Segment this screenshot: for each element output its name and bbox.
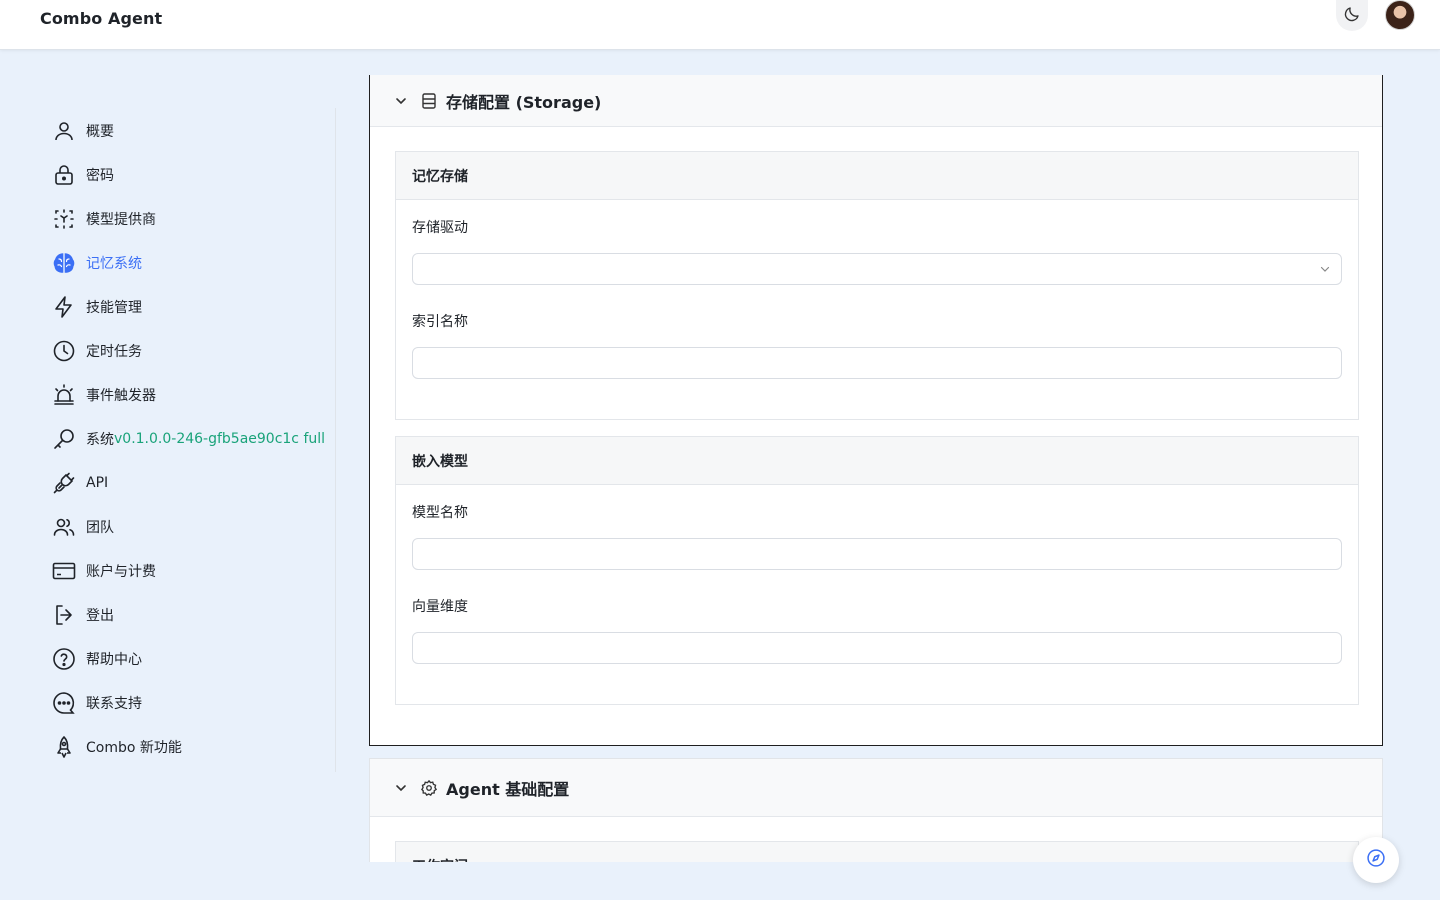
sidebar-item-label: 登出 [86, 608, 114, 624]
sidebar-item-model-provider[interactable]: 模型提供商 [52, 205, 156, 233]
sidebar-item-label: 定时任务 [86, 344, 142, 360]
rocket-icon [52, 735, 76, 759]
sidebar-item-memory[interactable]: 记忆系统 [52, 249, 142, 277]
sidebar-item-label: 帮助中心 [86, 652, 142, 668]
sidebar-item-label: 密码 [86, 168, 114, 184]
sidebar-item-overview[interactable]: 概要 [52, 117, 114, 145]
storage-driver-select[interactable] [412, 253, 1342, 285]
index-name-input[interactable] [412, 347, 1342, 379]
sidebar-item-label: 系统 [86, 432, 114, 448]
storage-driver-label: 存储驱动 [412, 220, 468, 236]
sidebar-item-help-center[interactable]: 帮助中心 [52, 645, 142, 673]
sidebar-item-label: 事件触发器 [86, 388, 156, 404]
help-icon [52, 647, 76, 671]
sidebar-item-contact-support[interactable]: 联系支持 [52, 689, 142, 717]
sidebar-item-label: 模型提供商 [86, 212, 156, 228]
storage-section: 存储配置 (Storage) 记忆存储 存储驱动 索引名称 嵌入模型 模型名称 [369, 75, 1383, 746]
model-name-input[interactable] [412, 538, 1342, 570]
siren-icon [52, 383, 76, 407]
sidebar-item-label: Combo 新功能 [86, 740, 182, 756]
user-icon [52, 119, 76, 143]
team-icon [52, 515, 76, 539]
top-bar: Combo Agent [0, 0, 1440, 50]
compass-fab-button[interactable] [1353, 837, 1399, 883]
vector-dimension-input[interactable] [412, 632, 1342, 664]
sidebar [0, 50, 336, 770]
lock-icon [52, 163, 76, 187]
agent-basic-section: Agent 基础配置 工作空间 [369, 758, 1383, 862]
gear-icon [420, 779, 438, 797]
main-content: 存储配置 (Storage) 记忆存储 存储驱动 索引名称 嵌入模型 模型名称 [369, 75, 1383, 862]
card-title: 嵌入模型 [396, 437, 1358, 485]
logout-icon [52, 603, 76, 627]
sidebar-item-scheduled-tasks[interactable]: 定时任务 [52, 337, 142, 365]
sidebar-item-label: 联系支持 [86, 696, 142, 712]
embedding-model-card: 嵌入模型 模型名称 向量维度 [395, 436, 1359, 705]
sidebar-item-billing[interactable]: 账户与计费 [52, 557, 156, 585]
workspace-card: 工作空间 [395, 841, 1359, 862]
chevron-down-icon [394, 94, 408, 108]
sidebar-item-label: 技能管理 [86, 300, 142, 316]
theme-toggle-button[interactable] [1336, 0, 1368, 31]
memory-storage-card: 记忆存储 存储驱动 索引名称 [395, 151, 1359, 420]
sidebar-item-event-triggers[interactable]: 事件触发器 [52, 381, 156, 409]
card-title: 记忆存储 [396, 152, 1358, 200]
section-title: 存储配置 (Storage) [446, 92, 602, 112]
credit-card-icon [52, 559, 76, 583]
storage-section-header[interactable]: 存储配置 (Storage) [370, 75, 1382, 127]
model-name-label: 模型名称 [412, 505, 468, 521]
chat-icon [52, 691, 76, 715]
wrench-icon [52, 427, 76, 451]
index-name-label: 索引名称 [412, 314, 468, 330]
sidebar-item-logout[interactable]: 登出 [52, 601, 114, 629]
plug-icon [52, 471, 76, 495]
sidebar-item-label: API [86, 475, 109, 491]
storage-icon [420, 92, 438, 110]
agent-section-header[interactable]: Agent 基础配置 [370, 759, 1382, 817]
sidebar-item-label: 团队 [86, 520, 114, 536]
lightning-icon [52, 295, 76, 319]
brain-icon [52, 251, 76, 275]
sidebar-item-whats-new[interactable]: Combo 新功能 [52, 733, 182, 761]
sidebar-item-team[interactable]: 团队 [52, 513, 114, 541]
sidebar-item-label: 概要 [86, 124, 114, 140]
vector-dimension-label: 向量维度 [412, 599, 468, 615]
clock-icon [52, 339, 76, 363]
card-title: 工作空间 [396, 842, 1358, 862]
sidebar-item-label: 记忆系统 [86, 256, 142, 272]
chevron-down-icon [394, 781, 408, 795]
moon-icon [1343, 5, 1361, 27]
compass-icon [1366, 848, 1386, 872]
sidebar-item-skills[interactable]: 技能管理 [52, 293, 142, 321]
sidebar-item-label: 账户与计费 [86, 564, 156, 580]
section-title: Agent 基础配置 [446, 779, 570, 799]
model-provider-icon [52, 207, 76, 231]
sidebar-item-api[interactable]: API [52, 469, 108, 497]
sidebar-item-password[interactable]: 密码 [52, 161, 114, 189]
version-label: v0.1.0.0-246-gfb5ae90c1c full [114, 431, 326, 447]
avatar[interactable] [1385, 0, 1415, 30]
app-title: Combo Agent [40, 9, 163, 28]
sidebar-item-system[interactable]: 系统 v0.1.0.0-246-gfb5ae90c1c full [52, 425, 325, 453]
chevron-down-icon [1319, 263, 1331, 275]
sidebar-divider [335, 108, 336, 772]
